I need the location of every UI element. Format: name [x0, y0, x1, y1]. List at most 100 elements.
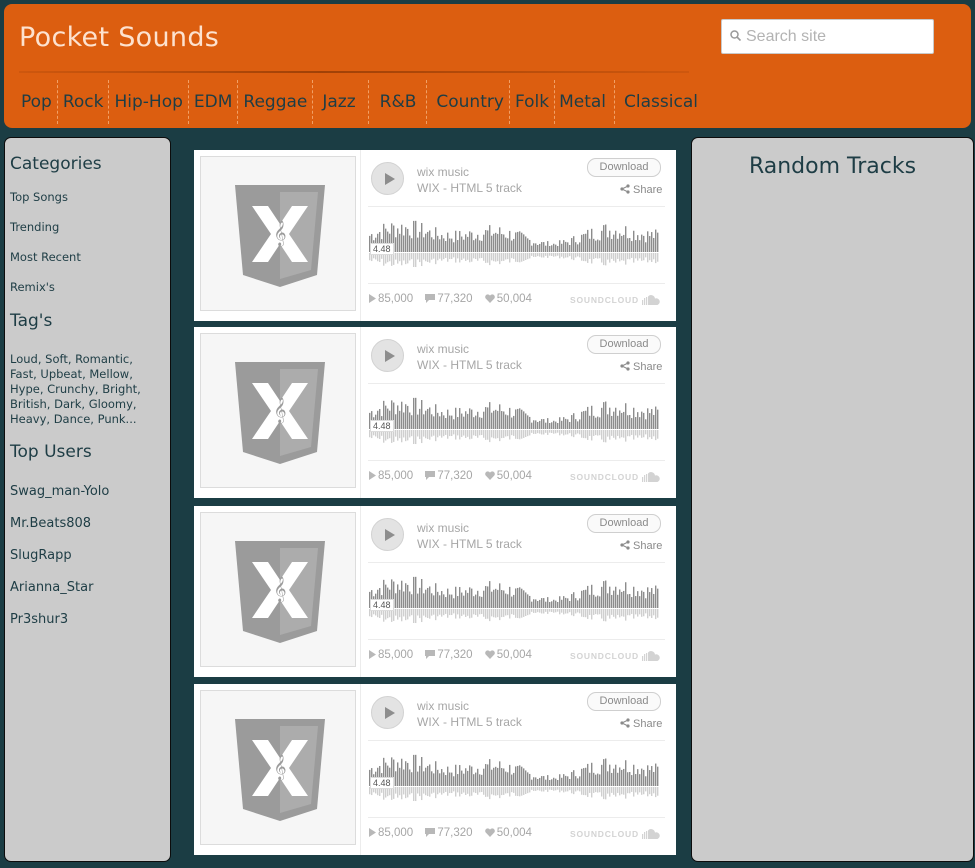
download-button[interactable]: Download	[587, 158, 661, 177]
track-stats: 85,000 77,320 50,004	[369, 470, 541, 482]
nav-item-rnb[interactable]: R&B	[369, 80, 428, 124]
download-button[interactable]: Download	[587, 335, 661, 354]
share-icon	[620, 540, 630, 550]
track-artist[interactable]: wix music	[417, 521, 469, 535]
nav-item-rock[interactable]: Rock	[58, 80, 110, 124]
right-sidebar: Random Tracks	[691, 137, 974, 862]
comment-count: 77,320	[425, 470, 473, 482]
search-box[interactable]	[721, 19, 934, 54]
divider	[368, 460, 665, 461]
track-title[interactable]: WIX - HTML 5 track	[417, 537, 522, 551]
play-count-icon	[369, 650, 376, 659]
track-duration: 4.48	[370, 599, 394, 611]
category-link-trending[interactable]: Trending	[10, 220, 59, 234]
track-artwork[interactable]: 𝄞	[200, 512, 356, 667]
random-tracks-title: Random Tracks	[748, 154, 917, 179]
nav-item-metal[interactable]: Metal	[555, 80, 616, 124]
track-title[interactable]: WIX - HTML 5 track	[417, 715, 522, 729]
waveform[interactable]	[369, 389, 659, 455]
divider	[360, 150, 361, 321]
track-stats: 85,000 77,320 50,004	[369, 293, 541, 305]
wix-html5-logo-icon: 𝄞	[235, 362, 325, 464]
tags-line: Hype, Crunchy, Bright,	[10, 382, 141, 396]
site-title[interactable]: Pocket Sounds	[19, 22, 219, 53]
nav-item-folk[interactable]: Folk	[510, 80, 556, 124]
share-label: Share	[633, 540, 663, 552]
comment-count: 77,320	[425, 649, 473, 661]
user-link-swag-man-yolo[interactable]: Swag_man-Yolo	[10, 484, 109, 499]
play-button[interactable]	[371, 162, 404, 195]
play-count: 85,000	[369, 649, 413, 661]
categories-heading: Categories	[10, 154, 102, 174]
share-button[interactable]: Share	[620, 718, 662, 730]
category-link-remixes[interactable]: Remix's	[10, 280, 55, 294]
soundcloud-player: 𝄞 wix music WIX - HTML 5 track Download …	[194, 684, 676, 855]
track-artist[interactable]: wix music	[417, 165, 469, 179]
track-artwork[interactable]: 𝄞	[200, 690, 356, 845]
soundcloud-link[interactable]: SOUNDCLOUD	[570, 295, 661, 305]
divider	[368, 639, 665, 640]
soundcloud-link[interactable]: SOUNDCLOUD	[570, 472, 661, 482]
track-duration: 4.48	[370, 420, 394, 432]
track-artwork[interactable]: 𝄞	[200, 333, 356, 488]
waveform[interactable]	[369, 568, 659, 634]
heart-icon	[484, 650, 495, 659]
share-label: Share	[633, 361, 663, 373]
track-duration: 4.48	[370, 777, 394, 789]
nav-item-reggae[interactable]: Reggae	[238, 80, 314, 124]
share-icon	[620, 361, 630, 371]
share-button[interactable]: Share	[620, 184, 662, 196]
play-count: 85,000	[369, 827, 413, 839]
play-count-icon	[369, 828, 376, 837]
track-artist[interactable]: wix music	[417, 342, 469, 356]
soundcloud-cloud-icon	[641, 472, 660, 482]
track-artwork[interactable]: 𝄞	[200, 156, 356, 311]
play-button[interactable]	[371, 696, 404, 729]
nav-item-edm[interactable]: EDM	[189, 80, 239, 124]
heart-icon	[484, 294, 495, 303]
search-icon	[730, 30, 741, 41]
waveform[interactable]	[369, 212, 659, 278]
track-title[interactable]: WIX - HTML 5 track	[417, 181, 522, 195]
share-icon	[620, 718, 630, 728]
category-link-top-songs[interactable]: Top Songs	[10, 190, 68, 204]
category-link-most-recent[interactable]: Most Recent	[10, 250, 81, 264]
play-button[interactable]	[371, 518, 404, 551]
wix-html5-logo-icon: 𝄞	[235, 541, 325, 643]
track-artist[interactable]: wix music	[417, 699, 469, 713]
track-stats: 85,000 77,320 50,004	[369, 827, 541, 839]
user-link-slugrapp[interactable]: SlugRapp	[10, 548, 72, 563]
svg-text:𝄞: 𝄞	[273, 397, 286, 423]
search-input[interactable]	[746, 20, 926, 53]
play-count: 85,000	[369, 470, 413, 482]
tags-heading: Tag's	[10, 311, 53, 331]
soundcloud-link[interactable]: SOUNDCLOUD	[570, 651, 661, 661]
track-stats: 85,000 77,320 50,004	[369, 649, 541, 661]
svg-text:𝄞: 𝄞	[273, 754, 286, 780]
divider	[360, 327, 361, 498]
play-count-icon	[369, 471, 376, 480]
user-link-mr-beats808[interactable]: Mr.Beats808	[10, 516, 91, 531]
divider	[360, 506, 361, 677]
site-header: Pocket Sounds Pop Rock Hip-Hop EDM Regga…	[4, 4, 971, 128]
nav-item-pop[interactable]: Pop	[16, 80, 58, 124]
nav-item-jazz[interactable]: Jazz	[313, 80, 369, 124]
heart-icon	[484, 828, 495, 837]
track-title[interactable]: WIX - HTML 5 track	[417, 358, 522, 372]
comment-count: 77,320	[425, 293, 473, 305]
user-link-pr3shur3[interactable]: Pr3shur3	[10, 612, 68, 627]
share-button[interactable]: Share	[620, 361, 662, 373]
share-button[interactable]: Share	[620, 540, 662, 552]
download-button[interactable]: Download	[587, 692, 661, 711]
nav-item-country[interactable]: Country	[427, 80, 510, 124]
nav-divider	[19, 71, 689, 73]
genre-nav: Pop Rock Hip-Hop EDM Reggae Jazz R&B Cou…	[16, 80, 703, 124]
waveform[interactable]	[369, 746, 659, 812]
soundcloud-link[interactable]: SOUNDCLOUD	[570, 829, 661, 839]
nav-item-hip-hop[interactable]: Hip-Hop	[109, 80, 189, 124]
divider	[368, 740, 665, 741]
play-button[interactable]	[371, 339, 404, 372]
nav-item-classical[interactable]: Classical	[615, 80, 703, 124]
user-link-arianna-star[interactable]: Arianna_Star	[10, 580, 93, 595]
download-button[interactable]: Download	[587, 514, 661, 533]
